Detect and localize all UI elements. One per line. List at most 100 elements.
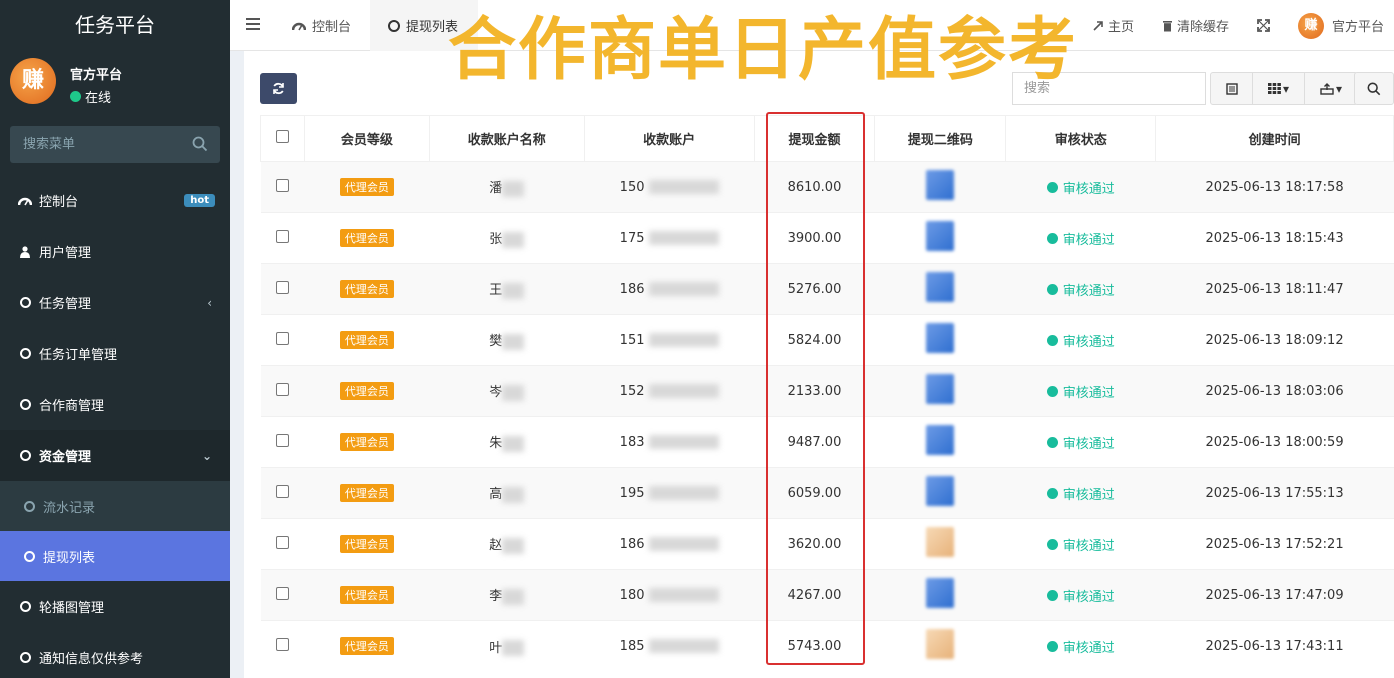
created-time: 2025-06-13 17:43:11 <box>1205 638 1344 654</box>
row-checkbox[interactable] <box>275 535 289 549</box>
status-dot-icon <box>1046 436 1058 448</box>
status-badge[interactable]: 审核通过 <box>1046 280 1115 299</box>
redacted-block <box>648 384 719 398</box>
sidebar-item-users[interactable]: 用户管理 <box>0 226 230 277</box>
col-header[interactable]: 收款账户 <box>583 115 755 162</box>
status-dot-icon <box>1046 538 1058 550</box>
status-label: 审核通过 <box>1062 181 1115 197</box>
sidebar-search-input[interactable] <box>10 126 180 163</box>
qr-code-image[interactable] <box>926 425 955 455</box>
col-header[interactable]: 收款账户名称 <box>428 115 585 162</box>
circle-icon <box>18 296 32 310</box>
advanced-search-button[interactable] <box>1354 72 1394 105</box>
brand-title[interactable]: 任务平台 <box>0 0 230 50</box>
col-header[interactable]: 创建时间 <box>1155 115 1394 162</box>
row-checkbox[interactable] <box>275 331 289 345</box>
qr-code-image[interactable] <box>926 476 955 506</box>
sidebar-item-banners[interactable]: 轮播图管理 <box>0 581 230 632</box>
qr-cell <box>874 416 1006 468</box>
qr-code-image[interactable] <box>926 323 955 353</box>
status-badge[interactable]: 审核通过 <box>1046 637 1115 656</box>
refresh-button[interactable] <box>260 73 297 104</box>
select-all-checkbox[interactable] <box>275 130 289 143</box>
redacted-block <box>502 486 525 503</box>
qr-code-image[interactable] <box>926 578 955 608</box>
status-badge[interactable]: 审核通过 <box>1046 178 1115 197</box>
created-time: 2025-06-13 18:17:58 <box>1205 179 1344 195</box>
created-time-cell: 2025-06-13 17:52:21 <box>1155 518 1394 570</box>
status-cell: 审核通过 <box>1005 212 1156 264</box>
row-checkbox[interactable] <box>275 433 289 447</box>
account-name: 李 <box>489 589 503 605</box>
qr-code-image[interactable] <box>926 221 955 251</box>
dashboard-icon <box>292 22 306 30</box>
table-row[interactable]: 代理会员 樊 151 5824.00 审核通过 2025-06-13 18:09:12 <box>260 314 1394 366</box>
amount-cell: 5276.00 <box>754 263 875 315</box>
qr-cell <box>874 314 1006 366</box>
row-checkbox[interactable] <box>275 178 289 192</box>
col-header[interactable]: 会员等级 <box>303 115 430 162</box>
tab-dashboard[interactable]: 控制台 <box>292 0 351 51</box>
table-body: 代理会员潘 150 8610.00 审核通过 2025-06-13 18:17:58 代理… <box>260 161 1394 672</box>
status-label: 审核通过 <box>1062 232 1115 248</box>
table-row[interactable]: 代理会员 高 195 6059.00 审核通过 2025-06-13 17:55:13 <box>260 467 1394 519</box>
withdraw-amount: 5743.00 <box>787 638 842 654</box>
status-badge[interactable]: 审核通过 <box>1046 382 1115 401</box>
row-select-cell <box>260 161 305 213</box>
table-row[interactable]: 代理会员 岑 152 2133.00 审核通过 2025-06-13 18:03:06 <box>260 365 1394 417</box>
fullscreen-button[interactable] <box>1257 19 1270 32</box>
qr-code-image[interactable] <box>926 170 955 200</box>
clear-cache-button[interactable]: 清除缓存 <box>1162 16 1229 35</box>
row-checkbox[interactable] <box>275 637 289 651</box>
redacted-block <box>648 639 719 654</box>
table-row[interactable]: 代理会员 张 175 3900.00 审核通过 2025-06-13 18:15:43 <box>260 212 1394 264</box>
col-header[interactable]: 提现金额 <box>753 115 876 162</box>
home-link[interactable]: 主页 <box>1092 16 1134 35</box>
qr-code-image[interactable] <box>926 527 955 557</box>
row-checkbox[interactable] <box>275 382 289 396</box>
status-badge[interactable]: 审核通过 <box>1046 229 1115 248</box>
row-checkbox[interactable] <box>275 280 289 294</box>
columns-dropdown[interactable]: ▾ <box>1253 73 1305 104</box>
sidebar-item-transactions[interactable]: 流水记录 <box>0 481 230 531</box>
sidebar-item-partners[interactable]: 合作商管理 <box>0 379 230 430</box>
sidebar-item-funds[interactable]: 资金管理 ⌄ <box>0 430 230 481</box>
status-label: 审核通过 <box>1062 334 1115 350</box>
col-header[interactable]: 提现二维码 <box>874 115 1007 162</box>
sidebar-item-tasks[interactable]: 任务管理 ‹ <box>0 277 230 328</box>
status-badge[interactable]: 审核通过 <box>1046 484 1115 503</box>
table-row[interactable]: 代理会员 王 186 5276.00 审核通过 2025-06-13 18:11:47 <box>260 263 1394 315</box>
col-header[interactable]: 审核状态 <box>1005 115 1157 162</box>
table-row[interactable]: 代理会员 朱 183 9487.00 审核通过 2025-06-13 18:00:59 <box>260 416 1394 468</box>
user-menu[interactable]: 赚 官方平台 <box>1297 12 1384 39</box>
qr-code-image[interactable] <box>926 629 955 660</box>
user-name: 官方平台 <box>70 68 123 83</box>
status-dot-icon <box>1046 487 1058 499</box>
table-row[interactable]: 代理会员 李 180 4267.00 审核通过 2025-06-13 17:47:09 <box>260 569 1394 621</box>
table-row[interactable]: 代理会员 叶 185 5743.00 审核通过 2025-06-13 17:43:11 <box>260 620 1394 672</box>
status-badge[interactable]: 审核通过 <box>1046 535 1115 554</box>
table-row[interactable]: 代理会员 赵 186 3620.00 审核通过 2025-06-13 17:52:21 <box>260 518 1394 570</box>
sidebar-item-label: 资金管理 <box>39 450 92 465</box>
sidebar-item-dashboard[interactable]: 控制台 hot <box>0 175 230 226</box>
sidebar-item-withdraw-list[interactable]: 提现列表 <box>0 531 230 581</box>
account-cell: 175 <box>584 212 755 264</box>
avatar: 赚 <box>10 58 56 104</box>
account-name-cell: 高 <box>429 467 585 519</box>
export-dropdown[interactable]: ▾ <box>1305 73 1357 104</box>
row-checkbox[interactable] <box>275 586 289 600</box>
table-row[interactable]: 代理会员 潘 150 8610.00 审核通过 2025-06-13 18:17:58 <box>260 161 1394 213</box>
status-badge[interactable]: 审核通过 <box>1046 433 1115 452</box>
search-icon[interactable] <box>192 136 208 152</box>
sidebar-item-task-orders[interactable]: 任务订单管理 <box>0 328 230 379</box>
qr-code-image[interactable] <box>926 374 955 404</box>
toggle-view-button[interactable] <box>1211 73 1253 104</box>
status-badge[interactable]: 审核通过 <box>1046 331 1115 350</box>
menu-toggle-icon[interactable] <box>246 18 260 32</box>
row-checkbox[interactable] <box>275 229 289 243</box>
qr-code-image[interactable] <box>926 272 955 302</box>
status-cell: 审核通过 <box>1005 416 1156 468</box>
row-checkbox[interactable] <box>275 484 289 498</box>
sidebar-item-notices[interactable]: 通知信息仅供参考 <box>0 632 230 678</box>
status-badge[interactable]: 审核通过 <box>1046 586 1115 605</box>
